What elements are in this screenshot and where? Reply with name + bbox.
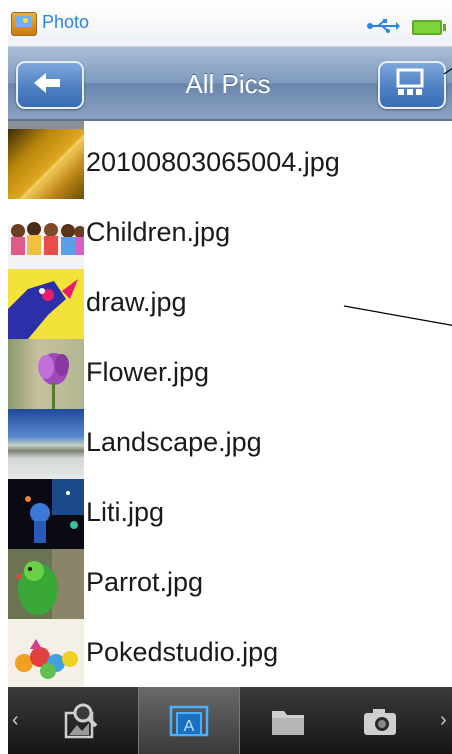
arrow-left-icon [34, 73, 60, 93]
camera-icon [364, 709, 396, 735]
title-bar: All Pics [8, 47, 452, 121]
page-title: All Pics [185, 69, 271, 99]
photo-thumbnail [8, 199, 84, 269]
list-item[interactable]: Parrot.jpg [8, 549, 452, 620]
annotation-line [343, 305, 452, 326]
photo-thumbnail [8, 121, 84, 129]
photo-app-icon [11, 12, 37, 36]
tab-folders[interactable] [238, 687, 338, 754]
list-item[interactable]: 20100803065004.jpg [8, 129, 452, 200]
photo-thumbnail [8, 409, 84, 479]
usb-icon [367, 19, 400, 33]
photo-thumbnail [8, 549, 84, 619]
photo-thumbnail [8, 129, 84, 199]
file-name: Liti.jpg [86, 497, 165, 527]
scroll-right-arrow[interactable]: › [440, 709, 447, 732]
file-name: Pokedstudio.jpg [86, 637, 279, 667]
file-name: Landscape.jpg [86, 427, 262, 457]
device-screen: Photo All Pics 20100803065004.jpg Childr… [8, 0, 452, 754]
search-pictures-icon [64, 703, 98, 739]
battery-icon [412, 20, 446, 35]
file-name: Children.jpg [86, 217, 231, 247]
list-item[interactable]: Pokedstudio.jpg [8, 619, 452, 687]
status-bar: Photo [8, 0, 452, 47]
file-name: Flower.jpg [86, 357, 210, 387]
file-name: Parrot.jpg [86, 567, 204, 597]
photo-thumbnail [8, 479, 84, 549]
annotation-line [443, 67, 452, 75]
photo-thumbnail [8, 269, 84, 339]
folder-icon [272, 711, 304, 735]
scroll-left-arrow[interactable]: ‹ [12, 709, 19, 732]
albums-icon: A [169, 705, 209, 737]
svg-text:A: A [184, 718, 195, 735]
list-item[interactable]: Liti.jpg [8, 479, 452, 550]
list-item[interactable]: Children.jpg [8, 199, 452, 270]
list-item[interactable]: Flower.jpg [8, 339, 452, 410]
file-name: 20100803065004.jpg [86, 147, 340, 177]
photo-thumbnail [8, 619, 84, 687]
photo-thumbnail [8, 339, 84, 409]
file-list[interactable]: 20100803065004.jpg Children.jpg draw.jpg… [8, 121, 452, 687]
tab-camera[interactable] [330, 687, 430, 754]
list-item[interactable]: Landscape.jpg [8, 409, 452, 480]
tab-search-pictures[interactable] [32, 687, 132, 754]
app-title: Photo [42, 12, 90, 32]
tab-albums[interactable]: A [138, 687, 240, 754]
file-name: draw.jpg [86, 287, 187, 317]
back-button[interactable] [16, 61, 84, 109]
bottom-toolbar: ‹ A › [8, 687, 452, 754]
